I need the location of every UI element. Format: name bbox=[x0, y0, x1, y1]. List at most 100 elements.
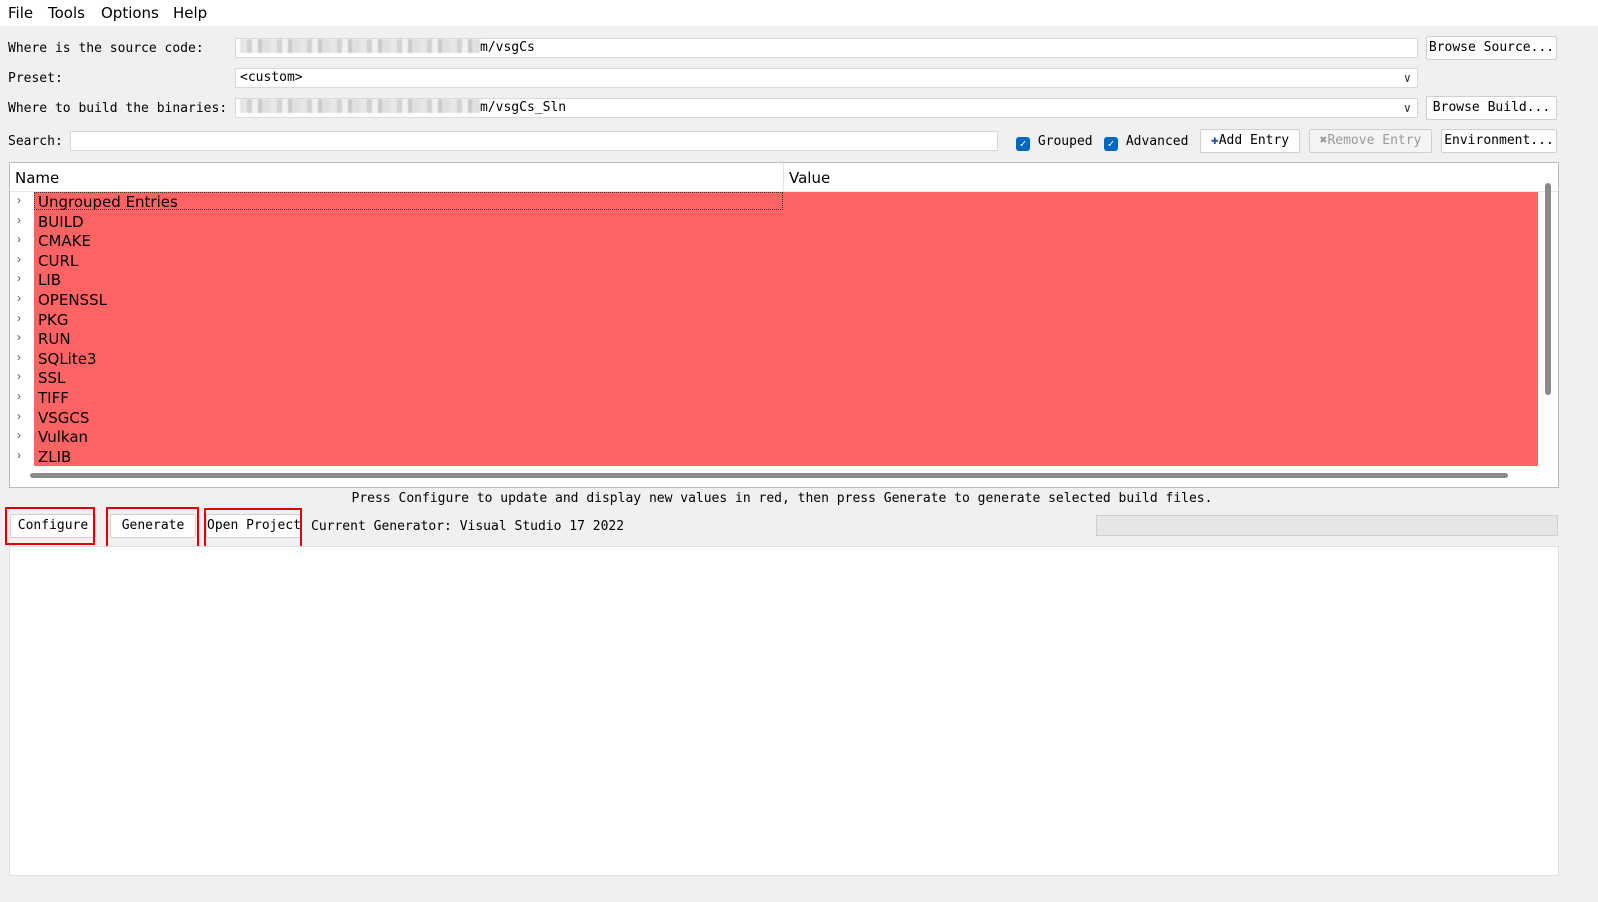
row-highlight bbox=[34, 270, 1538, 290]
redacted-path bbox=[240, 99, 480, 113]
search-label: Search: bbox=[8, 134, 63, 149]
chevron-right-icon[interactable]: › bbox=[17, 448, 21, 462]
tree-row-label: VSGCS bbox=[38, 408, 90, 427]
column-name-header[interactable]: Name bbox=[15, 169, 59, 187]
configure-hint: Press Configure to update and display ne… bbox=[351, 491, 1213, 506]
progress-bar bbox=[1096, 515, 1558, 536]
redacted-path bbox=[240, 39, 480, 53]
build-path-suffix: m/vsgCs_Sln bbox=[480, 100, 567, 115]
menu-options[interactable]: Options bbox=[101, 4, 159, 22]
environment-button[interactable]: Environment... bbox=[1441, 129, 1557, 153]
chevron-right-icon[interactable]: › bbox=[17, 193, 21, 207]
cache-entries-tree[interactable]: Name Value › Ungrouped Entries › BUILD › CMAK… bbox=[9, 162, 1559, 488]
row-highlight bbox=[34, 211, 1538, 232]
row-highlight bbox=[34, 289, 1538, 310]
plus-icon: ✚ bbox=[1210, 133, 1219, 148]
chevron-right-icon[interactable]: › bbox=[17, 252, 21, 266]
search-input[interactable] bbox=[70, 131, 998, 151]
build-label: Where to build the binaries: bbox=[8, 101, 228, 116]
browse-build-button[interactable]: Browse Build... bbox=[1426, 96, 1557, 120]
tree-row[interactable]: › RUN bbox=[10, 329, 1558, 349]
row-highlight bbox=[34, 348, 1538, 369]
tree-row-label: SQLite3 bbox=[38, 349, 97, 368]
output-log[interactable] bbox=[9, 546, 1559, 876]
chevron-right-icon[interactable]: › bbox=[17, 428, 21, 442]
current-generator-text: Current Generator: Visual Studio 17 2022 bbox=[311, 519, 625, 534]
checkmark-icon: ✓ bbox=[1016, 137, 1030, 151]
menu-bar: File Tools Options Help bbox=[0, 0, 1598, 26]
tree-row-label: Vulkan bbox=[38, 428, 89, 447]
tree-row[interactable]: › CMAKE bbox=[10, 231, 1558, 251]
tree-row-label: ZLIB bbox=[38, 447, 72, 466]
tree-row[interactable]: › ZLIB bbox=[10, 446, 1558, 467]
menu-help[interactable]: Help bbox=[173, 4, 207, 22]
tree-row[interactable]: › TIFF bbox=[10, 387, 1558, 408]
build-path-select[interactable]: m/vsgCs_Sln ∨ bbox=[235, 98, 1418, 118]
tree-row[interactable]: › Ungrouped Entries bbox=[10, 192, 1558, 212]
tree-row-label: RUN bbox=[38, 330, 71, 349]
chevron-right-icon[interactable]: › bbox=[17, 311, 21, 325]
preset-value: <custom> bbox=[240, 70, 303, 85]
row-highlight bbox=[34, 250, 1538, 271]
tree-header: Name Value bbox=[10, 163, 1558, 192]
tree-row-label: CMAKE bbox=[38, 232, 91, 251]
tree-row[interactable]: › CURL bbox=[10, 250, 1558, 271]
tree-row[interactable]: › SQLite3 bbox=[10, 348, 1558, 369]
chevron-right-icon[interactable]: › bbox=[17, 213, 21, 227]
remove-entry-button[interactable]: ✖Remove Entry bbox=[1309, 129, 1432, 153]
column-value-header[interactable]: Value bbox=[789, 169, 830, 187]
menu-tools[interactable]: Tools bbox=[48, 4, 85, 22]
row-highlight bbox=[34, 446, 1538, 467]
row-highlight bbox=[34, 309, 1538, 330]
tree-row[interactable]: › SSL bbox=[10, 368, 1558, 388]
tree-row[interactable]: › VSGCS bbox=[10, 407, 1558, 428]
row-highlight bbox=[34, 427, 1538, 447]
row-highlight bbox=[34, 387, 1538, 408]
chevron-down-icon: ∨ bbox=[1403, 71, 1411, 85]
chevron-down-icon: ∨ bbox=[1403, 101, 1411, 115]
row-highlight bbox=[34, 368, 1538, 388]
preset-label: Preset: bbox=[8, 71, 63, 86]
tree-row-label: BUILD bbox=[38, 212, 84, 231]
add-entry-button[interactable]: ✚Add Entry bbox=[1200, 129, 1300, 153]
menu-file[interactable]: File bbox=[8, 4, 33, 22]
row-highlight bbox=[34, 407, 1538, 428]
grouped-checkbox[interactable]: ✓ Grouped bbox=[1016, 134, 1093, 151]
chevron-right-icon[interactable]: › bbox=[17, 389, 21, 403]
highlight-box bbox=[106, 507, 199, 548]
chevron-right-icon[interactable]: › bbox=[17, 409, 21, 423]
tree-row-label: LIB bbox=[38, 271, 62, 290]
add-entry-label: Add Entry bbox=[1218, 133, 1290, 148]
highlight-box bbox=[204, 508, 302, 549]
tree-row[interactable]: › OPENSSL bbox=[10, 289, 1558, 310]
highlight-box bbox=[5, 507, 95, 545]
remove-entry-label: Remove Entry bbox=[1327, 133, 1422, 148]
horizontal-scrollbar[interactable] bbox=[30, 473, 1508, 478]
tree-row-label: TIFF bbox=[38, 388, 69, 407]
tree-row-label: SSL bbox=[38, 369, 66, 388]
chevron-right-icon[interactable]: › bbox=[17, 291, 21, 305]
browse-source-button[interactable]: Browse Source... bbox=[1426, 36, 1557, 60]
advanced-checkbox[interactable]: ✓ Advanced bbox=[1104, 134, 1188, 151]
chevron-right-icon[interactable]: › bbox=[17, 232, 21, 246]
tree-row[interactable]: › PKG bbox=[10, 309, 1558, 330]
chevron-right-icon[interactable]: › bbox=[17, 369, 21, 383]
source-path-suffix: m/vsgCs bbox=[480, 40, 535, 55]
source-path-input[interactable]: m/vsgCs bbox=[235, 38, 1418, 58]
focus-rect bbox=[34, 192, 783, 210]
tree-row[interactable]: › Vulkan bbox=[10, 427, 1558, 447]
tree-row[interactable]: › BUILD bbox=[10, 211, 1558, 232]
vertical-scrollbar[interactable] bbox=[1545, 183, 1551, 395]
tree-row-label: CURL bbox=[38, 251, 79, 270]
chevron-right-icon[interactable]: › bbox=[17, 330, 21, 344]
row-highlight bbox=[34, 231, 1538, 251]
row-highlight bbox=[34, 329, 1538, 349]
source-label: Where is the source code: bbox=[8, 41, 204, 56]
tree-row[interactable]: › LIB bbox=[10, 270, 1558, 290]
preset-select[interactable]: <custom> ∨ bbox=[235, 68, 1418, 88]
tree-row-label: PKG bbox=[38, 310, 69, 329]
chevron-right-icon[interactable]: › bbox=[17, 271, 21, 285]
chevron-right-icon[interactable]: › bbox=[17, 350, 21, 364]
grouped-label: Grouped bbox=[1037, 134, 1093, 149]
column-divider[interactable] bbox=[783, 163, 784, 191]
